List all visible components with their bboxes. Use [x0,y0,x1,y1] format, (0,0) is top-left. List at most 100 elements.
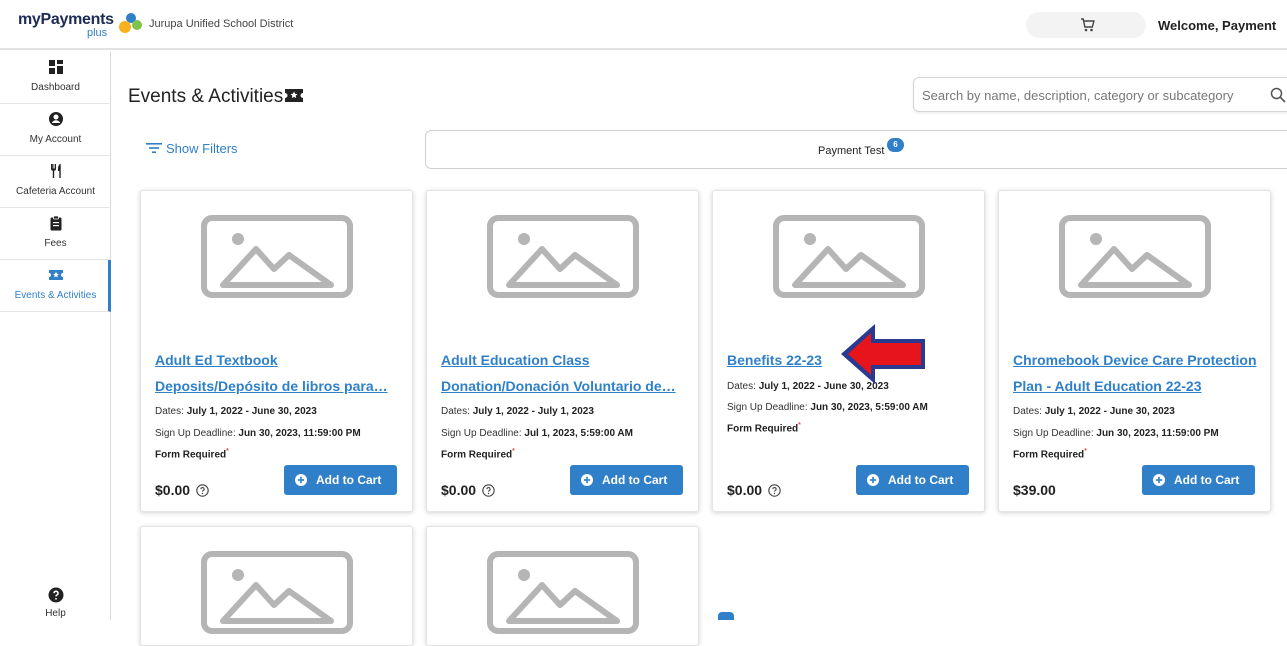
question-circle-icon[interactable] [482,484,495,497]
dashboard-icon [49,60,63,74]
deadline-label: Sign Up Deadline: [155,428,236,439]
sidebar-item-dashboard[interactable]: Dashboard [0,52,111,104]
plus-circle-icon [295,474,307,486]
dates-label: Dates: [1013,406,1042,417]
deadline-label: Sign Up Deadline: [441,428,522,439]
event-title-line: Plan - Adult Education 22-23 [1013,378,1202,394]
deadline-value: Jun 30, 2023, 11:59:00 PM [238,428,361,439]
sidebar: Dashboard My Account Cafeteria Account F… [0,52,111,620]
image-placeholder-icon [487,551,639,634]
app-logo[interactable]: myPayments plus [18,10,144,42]
question-circle-icon[interactable] [768,484,781,497]
event-price: $39.00 [1013,482,1056,498]
image-placeholder-icon [1059,215,1211,298]
required-asterisk: * [798,422,801,429]
tab-payment-test[interactable]: Payment Test [818,145,884,157]
add-to-cart-button[interactable]: Add to Cart [570,465,683,495]
price-value: $39.00 [1013,482,1056,498]
show-filters-button[interactable]: Show Filters [146,141,238,156]
deadline-value: Jun 30, 2023, 11:59:00 PM [1096,428,1219,439]
sidebar-item-label: Dashboard [31,82,80,93]
price-value: $0.00 [441,482,477,498]
district-name: Jurupa Unified School District [149,18,294,30]
event-price: $0.00 [441,482,495,498]
event-dates: Dates: July 1, 2022 - June 30, 2023 [1013,406,1175,417]
event-deadline: Sign Up Deadline: Jun 30, 2023, 11:59:00… [1013,428,1219,439]
cart-icon [1081,18,1095,32]
form-required-note: Form Required* [727,422,801,434]
event-title-line: Donation/Donación Voluntario de… [441,378,676,394]
user-icon [49,112,63,126]
plus-circle-icon [1153,474,1165,486]
page-title: Events & Activities [128,86,304,108]
form-required-note: Form Required* [1013,448,1087,460]
event-deadline: Sign Up Deadline: Jun 30, 2023, 11:59:00… [155,428,361,439]
form-required-label: Form Required [441,449,513,461]
event-title-link[interactable]: Adult Ed Textbook Deposits/Depósito de l… [155,347,405,399]
search-input[interactable] [922,86,1262,104]
ticket-icon [49,270,63,280]
sidebar-item-label: Events & Activities [14,290,97,301]
event-title-line: Adult Education Class [441,352,590,368]
clipboard-icon [50,215,62,231]
question-circle-icon[interactable] [196,484,209,497]
form-required-label: Form Required [155,449,227,461]
add-to-cart-label: Add to Cart [1174,473,1240,487]
event-card: Chromebook Device Care Protection Plan -… [998,190,1271,512]
image-placeholder-icon [773,215,925,298]
event-card [426,526,699,646]
welcome-user-menu[interactable]: Welcome, Payment [1158,18,1276,33]
tab-bar: Payment Test 6 [425,130,1287,169]
scroll-badge [718,612,734,620]
deadline-value: Jul 1, 2023, 5:59:00 AM [524,428,633,439]
add-to-cart-button[interactable]: Add to Cart [1142,465,1255,495]
utensils-icon [51,164,61,178]
logo-mark-icon [119,13,142,33]
sidebar-item-fees[interactable]: Fees [0,208,111,260]
search-box [913,77,1287,112]
image-placeholder-icon [201,551,353,634]
event-deadline: Sign Up Deadline: Jun 30, 2023, 5:59:00 … [727,402,928,413]
cart-button[interactable] [1026,12,1146,38]
help-label: Help [45,608,66,619]
filter-icon [146,143,162,153]
event-card: Adult Ed Textbook Deposits/Depósito de l… [140,190,413,512]
logo-subtext: plus [87,27,108,39]
sidebar-item-label: Fees [44,238,67,249]
deadline-label: Sign Up Deadline: [727,402,808,413]
event-dates: Dates: July 1, 2022 - June 30, 2023 [155,406,317,417]
add-to-cart-button[interactable]: Add to Cart [856,465,969,495]
event-deadline: Sign Up Deadline: Jul 1, 2023, 5:59:00 A… [441,428,633,439]
annotation-arrow-icon [841,324,925,384]
event-title-line: Chromebook Device Care Protection [1013,352,1257,368]
form-required-label: Form Required [1013,449,1085,461]
event-dates: Dates: July 1, 2022 - July 1, 2023 [441,406,594,417]
dates-label: Dates: [727,381,756,392]
add-to-cart-label: Add to Cart [602,473,668,487]
sidebar-item-cafeteria-account[interactable]: Cafeteria Account [0,156,111,208]
add-to-cart-button[interactable]: Add to Cart [284,465,397,495]
plus-circle-icon [581,474,593,486]
form-required-label: Form Required [727,423,799,435]
event-title-link[interactable]: Adult Education Class Donation/Donación … [441,347,691,399]
search-icon[interactable] [1270,87,1286,103]
event-title-line: Adult Ed Textbook [155,352,278,368]
required-asterisk: * [1084,448,1087,455]
event-price: $0.00 [727,482,781,498]
show-filters-label: Show Filters [166,141,238,156]
sidebar-item-label: Cafeteria Account [16,186,95,197]
sidebar-item-events-activities[interactable]: Events & Activities [0,260,111,312]
sidebar-item-my-account[interactable]: My Account [0,104,111,156]
tab-count-badge: 6 [887,138,904,152]
price-value: $0.00 [727,482,763,498]
sidebar-item-label: My Account [29,134,82,145]
help-button[interactable]: Help [0,582,111,622]
add-to-cart-label: Add to Cart [888,473,954,487]
event-title-link[interactable]: Chromebook Device Care Protection Plan -… [1013,347,1263,399]
ticket-icon [285,89,304,102]
add-to-cart-label: Add to Cart [316,473,382,487]
dates-value: July 1, 2022 - June 30, 2023 [186,406,317,417]
required-asterisk: * [226,448,229,455]
plus-circle-icon [867,474,879,486]
event-price: $0.00 [155,482,209,498]
